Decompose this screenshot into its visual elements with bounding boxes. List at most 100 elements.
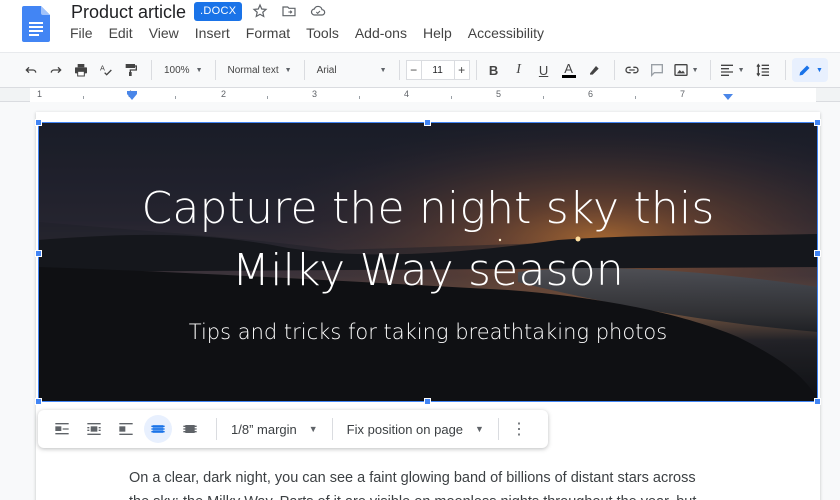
redo-icon[interactable] [45,58,67,82]
behind-text-icon[interactable] [144,415,172,443]
move-folder-icon[interactable] [280,2,298,20]
toolbar-divider [398,60,400,80]
menu-tools[interactable]: Tools [298,24,347,42]
ruler-tick [543,96,544,99]
menu-help[interactable]: Help [415,24,460,42]
toolbar-divider [475,60,477,80]
zoom-value: 100% [164,64,190,76]
menu-edit[interactable]: Edit [101,24,141,42]
ruler-number: 5 [496,89,502,99]
chevron-down-icon: ▼ [195,66,203,74]
more-image-options-button[interactable]: ⋮ [507,415,531,443]
menu-bar: File Edit View Insert Format Tools Add-o… [62,24,552,42]
menu-view[interactable]: View [141,24,187,42]
in-front-of-text-icon[interactable] [176,415,204,443]
underline-button[interactable]: U [533,58,555,82]
resize-handle-top-left[interactable] [35,119,42,126]
chevron-down-icon: ▼ [379,66,387,74]
resize-handle-bottom-left[interactable] [35,398,42,405]
link-icon[interactable] [621,58,643,82]
ruler-number: 6 [588,89,594,99]
text-color-button[interactable]: A [558,58,580,82]
resize-handle-right[interactable] [814,250,821,257]
docs-logo-icon[interactable] [22,6,50,42]
docs-window: Product article .DOCX File Edit View Ins… [0,0,840,500]
margin-value: 1/8” margin [231,421,297,437]
break-text-icon[interactable] [112,415,140,443]
toolbar-divider [784,60,786,80]
text-color-label: A [564,61,573,76]
print-icon[interactable] [70,58,92,82]
toolbar-divider [613,60,615,80]
wrap-text-icon[interactable] [80,415,108,443]
font-size-input[interactable]: 11 [421,60,454,80]
toolbar-divider [151,60,152,80]
menu-format[interactable]: Format [238,24,298,42]
toolbar-divider [303,60,305,80]
font-value: Arial [316,64,337,76]
star-icon[interactable] [251,2,269,20]
insert-image-icon[interactable]: ▼ [671,58,701,82]
left-indent-marker[interactable] [127,94,137,100]
ruler-number: 4 [404,89,410,99]
underline-label: U [538,62,549,78]
menu-file[interactable]: File [62,24,101,42]
resize-handle-left[interactable] [35,250,42,257]
chevron-down-icon: ▼ [475,424,484,434]
bold-button[interactable]: B [483,58,505,82]
chevron-down-icon: ▼ [691,66,699,74]
resize-handle-bottom-right[interactable] [814,398,821,405]
hero-title-line-2: Milky Way season [232,245,624,296]
menu-accessibility[interactable]: Accessibility [460,24,552,42]
editing-mode-button[interactable]: ▼ [792,58,828,82]
decrease-font-size-button[interactable]: − [405,60,422,80]
hero-title-line-1: Capture the night sky this [141,183,715,234]
italic-button[interactable]: I [508,58,530,82]
ruler-number: 2 [221,89,227,99]
paragraph-style-select[interactable]: Normal text ▼ [222,58,298,82]
ruler-tick [359,96,360,99]
document-title[interactable]: Product article [71,1,186,23]
menu-insert[interactable]: Insert [187,24,238,42]
pencil-icon [799,65,810,75]
ruler-tick [267,96,268,99]
hero-subtitle: Tips and tricks for taking breathtaking … [188,320,668,344]
line-spacing-icon[interactable] [750,58,776,82]
italic-label: I [516,62,521,77]
resize-handle-bottom[interactable] [424,398,431,405]
ruler-page-area [30,88,816,102]
text-color-swatch [561,75,576,78]
align-icon[interactable]: ▼ [717,58,747,82]
bold-label: B [488,62,499,78]
cloud-status-icon[interactable] [309,2,327,20]
ruler[interactable]: 1 1 2 3 4 5 6 7 [0,88,840,102]
chevron-down-icon: ▼ [816,66,823,74]
ruler-number: 1 [37,89,43,99]
font-select[interactable]: Arial ▼ [311,58,393,82]
body-paragraph[interactable]: On a clear, dark night, you can see a fa… [129,466,729,500]
margin-select[interactable]: 1/8” margin ▼ [225,415,324,443]
wrap-inline-icon[interactable] [48,415,76,443]
zoom-select[interactable]: 100% ▼ [158,58,209,82]
position-select[interactable]: Fix position on page ▼ [341,415,490,443]
menu-add-ons[interactable]: Add-ons [347,24,415,42]
right-indent-marker[interactable] [723,94,733,100]
undo-icon[interactable] [20,58,42,82]
highlight-color-icon[interactable] [583,58,605,82]
chevron-down-icon: ▼ [284,66,292,74]
toolbar-divider [709,60,711,80]
paint-format-icon[interactable] [120,58,142,82]
resize-handle-top-right[interactable] [814,119,821,126]
increase-font-size-button[interactable]: + [453,60,470,80]
spellcheck-icon[interactable]: A [95,58,117,82]
image-options-toolbar: 1/8” margin ▼ Fix position on page ▼ ⋮ [38,410,548,448]
comment-icon[interactable] [646,58,668,82]
hero-image[interactable]: Capture the night sky this Milky Way sea… [38,122,818,402]
toolbar-divider [331,418,333,440]
hero-title: Capture the night sky this Milky Way sea… [38,178,818,302]
position-value: Fix position on page [346,421,464,437]
ruler-tick [175,96,176,99]
ruler-number: 3 [312,89,318,99]
resize-handle-top[interactable] [424,119,431,126]
font-size-control: − 11 + [405,59,470,81]
